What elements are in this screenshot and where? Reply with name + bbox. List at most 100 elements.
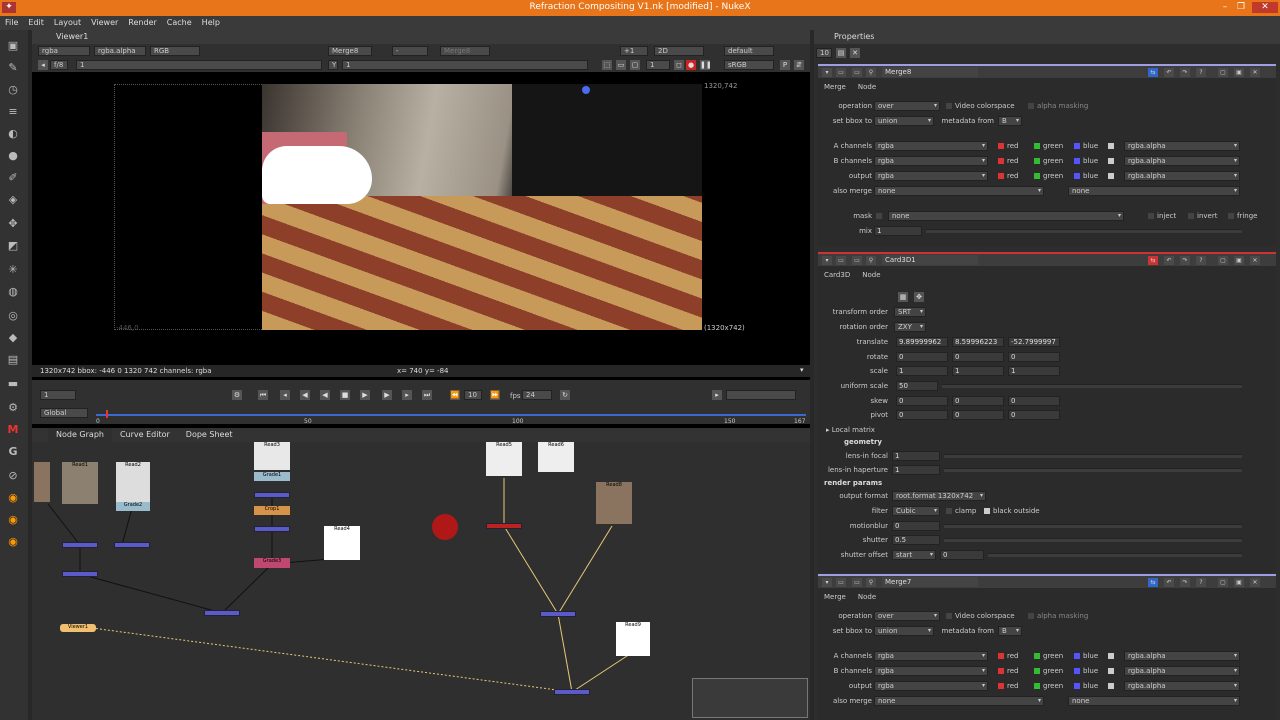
tab-viewer1[interactable]: Viewer1 <box>48 30 96 44</box>
redo-icon[interactable]: ↷ <box>1180 578 1190 587</box>
input-a-dropdown[interactable]: Merge8 <box>328 46 372 56</box>
frame-field[interactable]: 1 <box>40 390 76 400</box>
refresh-icon[interactable]: ◻ <box>674 60 684 70</box>
prev-icon[interactable]: ◂ <box>38 60 48 70</box>
merge8-name[interactable]: Merge8 <box>882 67 978 77</box>
shutter-field[interactable]: 0.5 <box>892 535 940 545</box>
b-channels-dropdown[interactable]: rgba <box>874 156 988 166</box>
out-red-checkbox[interactable]: red <box>998 172 1018 180</box>
colorspace-dropdown[interactable]: sRGB <box>724 60 774 70</box>
help-icon[interactable]: ? <box>1196 256 1206 265</box>
invert-checkbox[interactable]: invert <box>1188 212 1217 220</box>
proxy-dropdown[interactable]: 1 <box>646 60 670 70</box>
revert-icon[interactable]: ↶ <box>1164 256 1174 265</box>
b-alpha-checkbox[interactable] <box>1108 157 1117 165</box>
metadata-dropdown[interactable]: B <box>998 626 1022 636</box>
plugin-c-icon[interactable]: ◉ <box>5 512 21 528</box>
undo-icon[interactable]: ⇆ <box>1148 68 1158 77</box>
panel-close-icon[interactable]: ✕ <box>1250 578 1260 587</box>
revert-icon[interactable]: ↶ <box>1164 578 1174 587</box>
y-input[interactable]: 1 <box>342 60 588 70</box>
restore-panel-icon[interactable]: ▣ <box>1234 68 1244 77</box>
card3d-name[interactable]: Card3D1 <box>882 255 978 265</box>
out-red-checkbox[interactable]: red <box>998 682 1018 690</box>
shutter-offset-dropdown[interactable]: start <box>892 550 936 560</box>
scale-y[interactable]: 1 <box>952 366 1004 376</box>
local-matrix-toggle[interactable]: ▸ Local matrix <box>826 426 875 434</box>
clip-icon[interactable]: ▢ <box>630 60 640 70</box>
haperture-field[interactable]: 1 <box>892 465 940 475</box>
menu-viewer[interactable]: Viewer <box>86 16 123 30</box>
a-green-checkbox[interactable]: green <box>1034 652 1063 660</box>
node-icon[interactable]: ▭ <box>836 256 846 265</box>
merge-node-a[interactable] <box>62 542 98 548</box>
frame-input[interactable]: 1 <box>76 60 322 70</box>
also-merge-dropdown[interactable]: none <box>874 696 1044 706</box>
out-alpha-checkbox[interactable] <box>1108 172 1117 180</box>
b-alpha-dropdown[interactable]: rgba.alpha <box>1124 666 1240 676</box>
skip-back-icon[interactable]: ⏪ <box>450 390 460 400</box>
menu-file[interactable]: File <box>0 16 23 30</box>
undo-icon[interactable]: ⇆ <box>1148 256 1158 265</box>
color-icon[interactable]: ▭ <box>852 578 862 587</box>
tab-node[interactable]: Node <box>856 268 886 282</box>
loop-icon[interactable]: ↻ <box>560 390 570 400</box>
node-viewer1[interactable]: Viewer1 <box>60 624 96 632</box>
collapse-icon[interactable]: ▾ <box>822 578 832 587</box>
menu-help[interactable]: Help <box>197 16 225 30</box>
zoom-dropdown[interactable]: +1 <box>620 46 648 56</box>
focal-field[interactable]: 1 <box>892 451 940 461</box>
stop-icon[interactable]: ■ <box>340 390 350 400</box>
collapse-icon[interactable]: ▾ <box>822 256 832 265</box>
step-forward-icon[interactable]: ▶ <box>382 390 392 400</box>
toolsets-tool-icon[interactable]: ▤ <box>5 352 21 368</box>
merge7-name[interactable]: Merge7 <box>882 577 978 587</box>
filter-tool-icon[interactable]: ● <box>5 148 21 164</box>
rotate-x[interactable]: 0 <box>896 352 948 362</box>
out-alpha-dropdown[interactable]: rgba.alpha <box>1124 681 1240 691</box>
prev-key-icon[interactable]: ◂ <box>280 390 290 400</box>
mask-checkbox[interactable] <box>876 212 885 220</box>
operation-dropdown[interactable]: over <box>874 611 940 621</box>
lut-dropdown[interactable]: default <box>724 46 774 56</box>
script-icon[interactable]: ⚲ <box>866 256 876 265</box>
a-alpha-dropdown[interactable]: rgba.alpha <box>1124 651 1240 661</box>
revert-icon[interactable]: ↶ <box>1164 68 1174 77</box>
step-field[interactable]: 10 <box>464 390 482 400</box>
redo-icon[interactable]: ↷ <box>1180 256 1190 265</box>
rotation-order-dropdown[interactable]: ZXY <box>894 322 926 332</box>
furnace-tool-icon[interactable]: ⚙ <box>5 400 21 416</box>
channel-tool-icon[interactable]: ≡ <box>5 104 21 120</box>
node-read8[interactable]: Read8 <box>596 482 632 524</box>
g-plugin-icon[interactable]: G <box>5 444 21 460</box>
black-outside-checkbox[interactable]: black outside <box>984 507 1040 515</box>
a-green-checkbox[interactable]: green <box>1034 142 1063 150</box>
merge-tool-icon[interactable]: ◈ <box>5 192 21 208</box>
node-grade2[interactable]: Grade2 <box>116 502 150 511</box>
help-icon[interactable]: ? <box>1196 68 1206 77</box>
alpha-dropdown[interactable]: rgba.alpha <box>94 46 146 56</box>
minimize-icon[interactable]: – <box>1218 2 1232 13</box>
also-merge-dropdown-2[interactable]: none <box>1068 696 1240 706</box>
node-read-partial[interactable] <box>34 462 50 502</box>
frame-label[interactable]: f/8 <box>50 60 68 70</box>
max-panels-field[interactable]: 10 <box>816 48 832 58</box>
node-read4[interactable]: Read4 <box>324 526 360 560</box>
step-back-icon[interactable]: ◀ <box>300 390 310 400</box>
help-icon[interactable]: ? <box>1196 578 1206 587</box>
skip-forward-icon[interactable]: ⏩ <box>490 390 500 400</box>
viewer-image[interactable] <box>262 84 702 330</box>
color-icon[interactable]: ▭ <box>852 68 862 77</box>
display-dropdown[interactable]: RGB <box>150 46 200 56</box>
alpha-masking-checkbox[interactable]: alpha masking <box>1028 612 1088 620</box>
color-icon[interactable]: ▭ <box>852 256 862 265</box>
menu-edit[interactable]: Edit <box>23 16 49 30</box>
a-alpha-checkbox[interactable] <box>1108 142 1117 150</box>
node-icon[interactable]: ▭ <box>836 578 846 587</box>
node-read2[interactable]: Read2 <box>116 462 150 504</box>
restore-panel-icon[interactable]: ▣ <box>1234 256 1244 265</box>
uniform-scale-field[interactable]: 50 <box>896 381 938 391</box>
overlay-icon[interactable]: ▭ <box>616 60 626 70</box>
undo-icon[interactable]: ⇆ <box>1148 578 1158 587</box>
menu-render[interactable]: Render <box>123 16 161 30</box>
